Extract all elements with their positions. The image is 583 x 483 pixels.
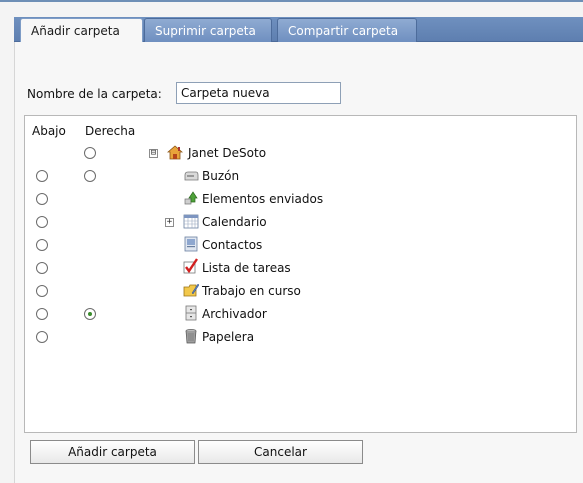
tree-row: Trabajo en curso: [25, 280, 576, 303]
radio-derecha-root[interactable]: [84, 147, 96, 159]
calendar-icon: [183, 214, 199, 229]
sent-items-icon: [184, 191, 198, 205]
tab-bar: Añadir carpeta Suprimir carpeta Comparti…: [0, 0, 583, 43]
radio-abajo[interactable]: [36, 239, 48, 251]
tree-row: Contactos: [25, 234, 576, 257]
folder-name-label: Nombre de la carpeta:: [27, 87, 162, 101]
trash-icon: [185, 329, 197, 344]
folder-label[interactable]: Papelera: [202, 330, 254, 344]
collapse-icon[interactable]: ⊟: [149, 149, 158, 158]
radio-derecha-selected[interactable]: [84, 308, 96, 320]
radio-abajo[interactable]: [36, 193, 48, 205]
tree-row: Elementos enviados: [25, 188, 576, 211]
tree-row: Papelera: [25, 326, 576, 349]
tab-delete-folder[interactable]: Suprimir carpeta: [144, 18, 272, 42]
folder-label[interactable]: Calendario: [202, 215, 267, 229]
column-header-abajo: Abajo: [32, 124, 66, 138]
tab-add-folder[interactable]: Añadir carpeta: [20, 18, 143, 43]
radio-abajo[interactable]: [36, 262, 48, 274]
folder-name-input[interactable]: [176, 82, 341, 104]
folder-label[interactable]: Archivador: [202, 307, 267, 321]
folder-label-root[interactable]: Janet DeSoto: [188, 146, 266, 160]
folder-label[interactable]: Buzón: [202, 169, 239, 183]
contacts-icon: [184, 236, 198, 252]
folder-label[interactable]: Trabajo en curso: [202, 284, 301, 298]
radio-abajo[interactable]: [36, 285, 48, 297]
tree-row: Lista de tareas: [25, 257, 576, 280]
radio-derecha[interactable]: [84, 170, 96, 182]
folder-label[interactable]: Lista de tareas: [202, 261, 291, 275]
top-border: [0, 0, 583, 2]
add-folder-button[interactable]: Añadir carpeta: [30, 440, 195, 464]
add-folder-panel: Nombre de la carpeta: Abajo Derecha ⊟ Ja…: [14, 42, 583, 483]
tree-row: Buzón: [25, 165, 576, 188]
checklist-icon: [183, 258, 198, 274]
folder-tree: Abajo Derecha ⊟ Janet DeSoto Buzón Eleme…: [24, 115, 577, 433]
folder-label[interactable]: Elementos enviados: [202, 192, 323, 206]
tab-share-folder[interactable]: Compartir carpeta: [277, 18, 417, 42]
radio-abajo[interactable]: [36, 331, 48, 343]
column-header-derecha: Derecha: [85, 124, 136, 138]
cancel-button[interactable]: Cancelar: [198, 440, 363, 464]
tree-row-root: ⊟ Janet DeSoto: [25, 142, 576, 165]
tree-row: Archivador: [25, 303, 576, 326]
cabinet-icon: [185, 305, 197, 321]
tree-row: + Calendario: [25, 211, 576, 234]
folder-label[interactable]: Contactos: [202, 238, 262, 252]
expand-icon[interactable]: +: [165, 218, 174, 227]
radio-abajo[interactable]: [36, 308, 48, 320]
radio-abajo[interactable]: [36, 216, 48, 228]
home-icon: [167, 145, 183, 160]
mailbox-icon: [184, 171, 199, 181]
work-in-progress-icon: [183, 283, 199, 297]
radio-abajo[interactable]: [36, 170, 48, 182]
